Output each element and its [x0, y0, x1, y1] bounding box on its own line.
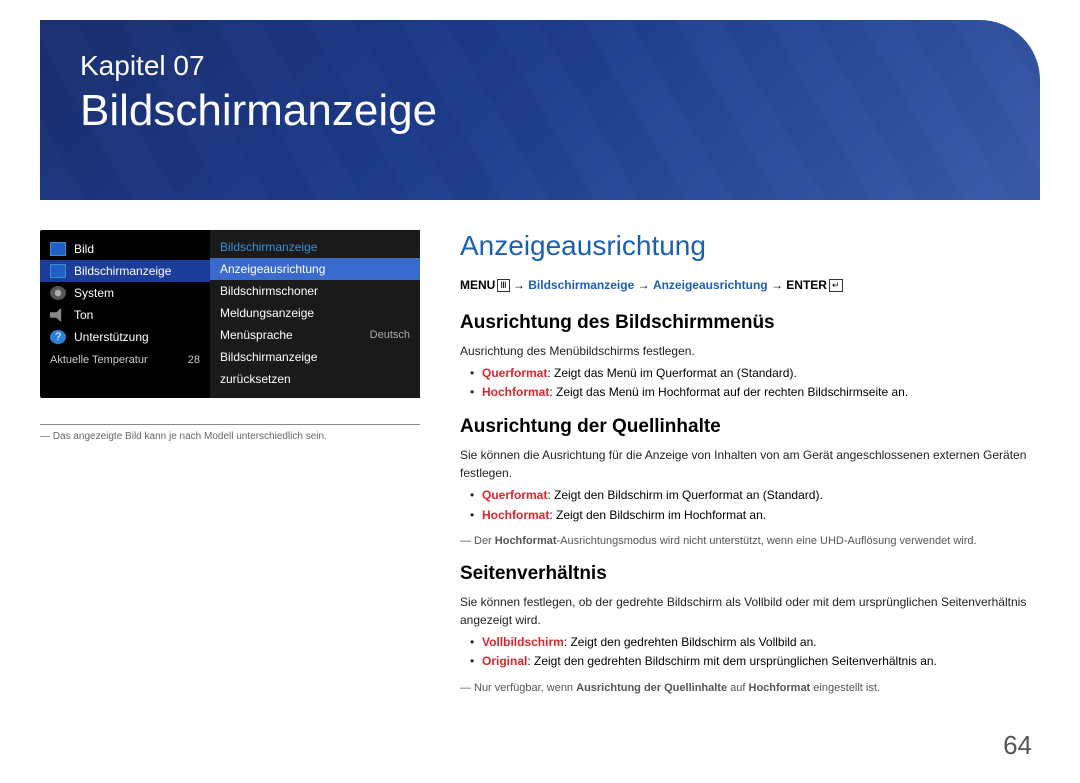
- s1-intro: Ausrichtung des Menübildschirms festlege…: [460, 342, 1040, 360]
- menu-item-system: System: [40, 282, 210, 304]
- chapter-title: Bildschirmanzeige: [80, 86, 1000, 136]
- s3-intro: Sie können festlegen, ob der gedrehte Bi…: [460, 593, 1040, 629]
- picture-icon: [50, 242, 66, 256]
- page-number: 64: [1003, 730, 1032, 761]
- submenu-anzeigeausrichtung: Anzeigeausrichtung: [210, 258, 420, 280]
- speaker-icon: [50, 308, 66, 322]
- gear-icon: [50, 286, 66, 300]
- s3-list: Vollbildschirm: Zeigt den gedrehten Bild…: [460, 633, 1040, 671]
- menu-right-pane: Bildschirmanzeige Anzeigeausrichtung Bil…: [210, 230, 420, 398]
- submenu-menuesprache: MenüspracheDeutsch: [210, 324, 420, 346]
- menu-item-unterstuetzung: Unterstützung: [40, 326, 210, 348]
- sub-heading-3: Seitenverhältnis: [460, 563, 1040, 585]
- menu-screenshot: Bild Bildschirmanzeige System Ton Unters…: [40, 230, 420, 398]
- menu-path: MENUⅢ → Bildschirmanzeige → Anzeigeausri…: [460, 278, 1040, 292]
- chapter-banner: Kapitel 07 Bildschirmanzeige: [40, 20, 1040, 200]
- menu-left-pane: Bild Bildschirmanzeige System Ton Unters…: [40, 230, 210, 398]
- s3-bullet-1: Vollbildschirm: Zeigt den gedrehten Bild…: [460, 633, 1040, 652]
- s2-list: Querformat: Zeigt den Bildschirm im Quer…: [460, 486, 1040, 524]
- temperature-row: Aktuelle Temperatur28: [40, 348, 210, 368]
- s3-note: Nur verfügbar, wenn Ausrichtung der Quel…: [460, 680, 1040, 697]
- enter-key-icon: ↵: [829, 279, 843, 292]
- s2-bullet-1: Querformat: Zeigt den Bildschirm im Quer…: [460, 486, 1040, 505]
- submenu-bildschirmschoner: Bildschirmschoner: [210, 280, 420, 302]
- sub-heading-1: Ausrichtung des Bildschirmmenüs: [460, 312, 1040, 334]
- chapter-label: Kapitel 07: [80, 50, 1000, 82]
- submenu-header: Bildschirmanzeige: [210, 236, 420, 258]
- s3-bullet-2: Original: Zeigt den gedrehten Bildschirm…: [460, 652, 1040, 671]
- display-icon: [50, 264, 66, 278]
- section-heading: Anzeigeausrichtung: [460, 230, 1040, 262]
- s1-bullet-1: Querformat: Zeigt das Menü im Querformat…: [460, 364, 1040, 383]
- image-caption: ― Das angezeigte Bild kann je nach Model…: [40, 431, 420, 442]
- caption-separator: [40, 424, 420, 425]
- menu-item-bildschirmanzeige: Bildschirmanzeige: [40, 260, 210, 282]
- s1-bullet-2: Hochformat: Zeigt das Menü im Hochformat…: [460, 383, 1040, 402]
- s2-intro: Sie können die Ausrichtung für die Anzei…: [460, 446, 1040, 482]
- menu-key-icon: Ⅲ: [497, 279, 509, 292]
- s2-bullet-2: Hochformat: Zeigt den Bildschirm im Hoch…: [460, 506, 1040, 525]
- submenu-zuruecksetzen: zurücksetzen: [210, 368, 420, 390]
- menu-item-ton: Ton: [40, 304, 210, 326]
- sub-heading-2: Ausrichtung der Quellinhalte: [460, 416, 1040, 438]
- s1-list: Querformat: Zeigt das Menü im Querformat…: [460, 364, 1040, 402]
- menu-item-bild: Bild: [40, 238, 210, 260]
- submenu-bildschirmanzeige: Bildschirmanzeige: [210, 346, 420, 368]
- s2-note: Der Hochformat-Ausrichtungsmodus wird ni…: [460, 533, 1040, 550]
- help-icon: [50, 330, 66, 344]
- submenu-meldungsanzeige: Meldungsanzeige: [210, 302, 420, 324]
